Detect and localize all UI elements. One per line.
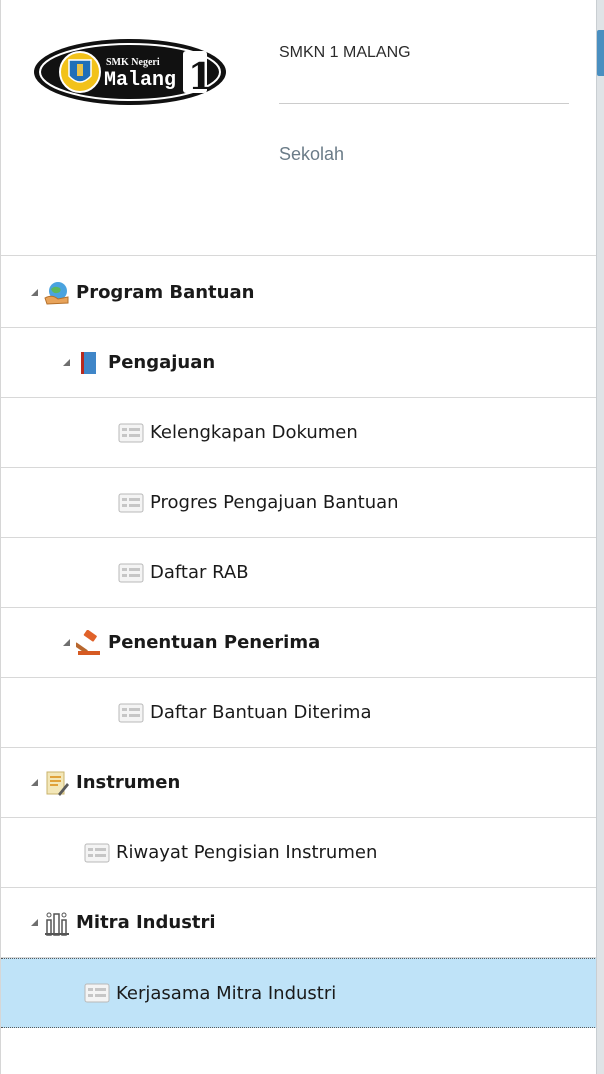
tree-node-label: Riwayat Pengisian Instrumen: [116, 842, 378, 863]
expand-toggle-icon[interactable]: [63, 639, 70, 646]
tree-node-mitra-industri[interactable]: Mitra Industri: [1, 888, 597, 958]
factory-icon: [45, 912, 69, 936]
expand-toggle-icon[interactable]: [63, 359, 70, 366]
program-bantuan-icon: [44, 281, 69, 305]
document-list-icon: [84, 843, 110, 862]
splitter-tab[interactable]: [597, 30, 604, 76]
gavel-icon: [76, 629, 100, 655]
tree-node-label: Pengajuan: [108, 352, 216, 373]
expand-toggle-icon[interactable]: [31, 289, 38, 296]
tree-node-riwayat-pengisian[interactable]: Riwayat Pengisian Instrumen: [1, 818, 597, 888]
tree-node-label: Mitra Industri: [76, 912, 216, 933]
tree-node-penentuan-penerima[interactable]: Penentuan Penerima: [1, 608, 597, 678]
tree-node-label: Progres Pengajuan Bantuan: [150, 492, 399, 513]
school-logo: SMK Negeri Malang 1: [34, 39, 226, 105]
tree-node-progres-pengajuan[interactable]: Progres Pengajuan Bantuan: [1, 468, 597, 538]
tree-node-program-bantuan[interactable]: Program Bantuan: [1, 258, 597, 328]
school-header: SMK Negeri Malang 1 SMKN 1 MALANG Sekola…: [1, 0, 597, 256]
panel-splitter[interactable]: [596, 0, 604, 1074]
tree-node-label: Kerjasama Mitra Industri: [116, 982, 337, 1004]
expand-toggle-icon[interactable]: [31, 779, 38, 786]
user-role: Sekolah: [279, 144, 345, 164]
tree-node-kelengkapan-dokumen[interactable]: Kelengkapan Dokumen: [1, 398, 597, 468]
tree-node-instrumen[interactable]: Instrumen: [1, 748, 597, 818]
document-list-icon: [118, 563, 144, 582]
book-icon: [81, 351, 96, 374]
logo-text-main: Malang: [104, 69, 176, 92]
tree-node-kerjasama-mitra[interactable]: Kerjasama Mitra Industri: [1, 958, 597, 1028]
tree-node-pengajuan[interactable]: Pengajuan: [1, 328, 597, 398]
expand-toggle-icon[interactable]: [31, 919, 38, 926]
document-list-icon: [118, 703, 144, 722]
logo-text-top: SMK Negeri: [106, 57, 160, 68]
tree-node-label: Daftar RAB: [150, 562, 249, 583]
tree-node-label: Penentuan Penerima: [108, 632, 321, 653]
menu-tree: Program Bantuan Pengajuan Kelengkapan Do…: [1, 258, 597, 1028]
logo-number: 1: [188, 56, 213, 98]
document-list-icon: [118, 423, 144, 442]
tree-node-label: Daftar Bantuan Diterima: [150, 702, 372, 723]
document-list-icon: [84, 983, 110, 1003]
tree-node-label: Program Bantuan: [76, 282, 255, 303]
header-divider: [279, 103, 569, 104]
edit-document-icon: [46, 771, 69, 796]
tree-node-label: Kelengkapan Dokumen: [150, 422, 358, 443]
school-name: SMKN 1 MALANG: [279, 44, 411, 61]
document-list-icon: [118, 493, 144, 512]
tree-node-daftar-rab[interactable]: Daftar RAB: [1, 538, 597, 608]
tree-node-daftar-bantuan-diterima[interactable]: Daftar Bantuan Diterima: [1, 678, 597, 748]
tree-node-label: Instrumen: [76, 772, 181, 793]
navigation-panel: SMK Negeri Malang 1 SMKN 1 MALANG Sekola…: [0, 0, 597, 1074]
